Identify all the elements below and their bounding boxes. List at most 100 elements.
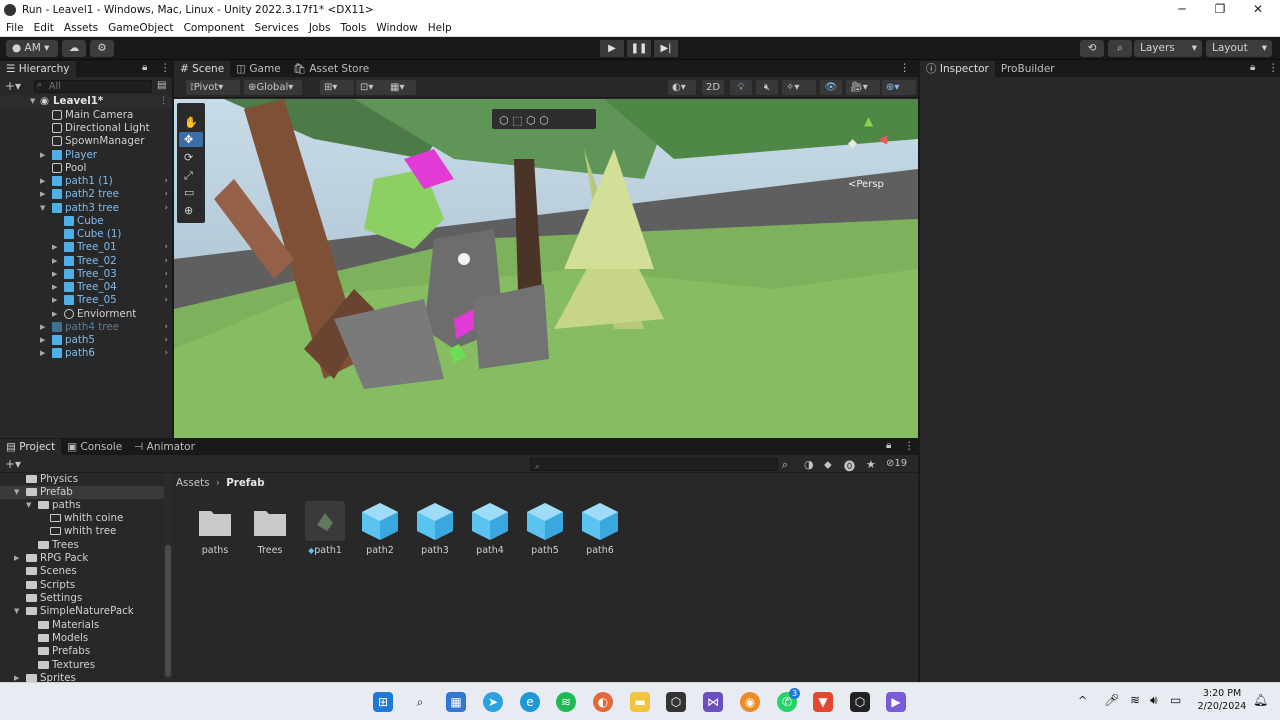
- folder-tree-item[interactable]: Materials: [0, 619, 164, 632]
- hier-spownmanager[interactable]: SpownManager: [0, 135, 172, 148]
- favorite-icon[interactable]: ★: [866, 458, 876, 471]
- kebab-menu-icon[interactable]: ⋮: [904, 440, 915, 452]
- chevron-right-icon[interactable]: ›: [164, 268, 168, 281]
- asset-item-7[interactable]: path5: [520, 501, 570, 556]
- folder-tree-item[interactable]: whith coine: [0, 512, 164, 525]
- chevron-right-icon[interactable]: ▶: [14, 672, 19, 682]
- search-filter-icon[interactable]: ⌕: [782, 458, 788, 472]
- tab-scene[interactable]: # Scene: [174, 61, 231, 77]
- layers-dropdown[interactable]: Layers ▾: [1134, 40, 1202, 57]
- search-icon[interactable]: ⌕: [1108, 40, 1132, 57]
- brave-icon[interactable]: ▼: [813, 692, 833, 712]
- tree-scrollbar[interactable]: [164, 475, 172, 680]
- tab-inspector[interactable]: ⓘ Inspector: [920, 61, 995, 77]
- hier-player[interactable]: ▶ Player: [0, 149, 172, 162]
- hier-directional-light[interactable]: Directional Light: [0, 122, 172, 135]
- hier-path2-tree[interactable]: ▶ path2 tree ›: [0, 188, 172, 201]
- chevron-right-icon[interactable]: ▶: [52, 268, 57, 281]
- chevron-right-icon[interactable]: ▶: [40, 347, 45, 360]
- chevron-right-icon[interactable]: ▶: [40, 321, 45, 334]
- chevron-right-icon[interactable]: ›: [164, 202, 168, 215]
- menu-window[interactable]: Window: [376, 22, 417, 34]
- visual-studio-icon[interactable]: ⋈: [703, 692, 723, 712]
- folder-tree-item[interactable]: Trees: [0, 539, 164, 552]
- draw-mode-icon[interactable]: ◐▾: [668, 80, 696, 95]
- folder-tree-item[interactable]: Prefabs: [0, 645, 164, 658]
- battery-icon[interactable]: ▭: [1170, 693, 1181, 707]
- kebab-menu-icon[interactable]: ⋮: [160, 62, 171, 74]
- menu-tools[interactable]: Tools: [340, 22, 366, 34]
- asset-item-6[interactable]: path4: [465, 501, 515, 556]
- browser-icon[interactable]: ◐: [593, 692, 613, 712]
- global-dropdown[interactable]: ⊕Global▾: [244, 80, 302, 95]
- menu-gameobject[interactable]: GameObject: [108, 22, 173, 34]
- asset-item-3[interactable]: ◆path1: [300, 501, 350, 556]
- pivot-dropdown[interactable]: ⟟Pivot▾: [186, 80, 240, 95]
- search-icon[interactable]: ⌕: [410, 692, 430, 712]
- hier-cube[interactable]: Cube: [0, 215, 172, 228]
- lighting-icon[interactable]: 💡︎: [730, 80, 752, 95]
- chevron-right-icon[interactable]: ›: [164, 281, 168, 294]
- chevron-right-icon[interactable]: ▶: [40, 175, 45, 188]
- gizmos-icon[interactable]: ⊕▾: [882, 80, 916, 95]
- tab-game[interactable]: ◫ Game: [230, 61, 287, 77]
- hier-path5[interactable]: ▶ path5 ›: [0, 334, 172, 347]
- tree-scrollbar-thumb[interactable]: [165, 545, 171, 677]
- filter-icon[interactable]: ▤: [157, 80, 166, 91]
- pause-button[interactable]: ❚❚: [627, 40, 651, 57]
- camera-icon[interactable]: 🎥︎▾: [846, 80, 880, 95]
- chevron-right-icon[interactable]: ▶: [52, 281, 57, 294]
- asset-item-2[interactable]: Trees: [245, 501, 295, 556]
- scene-row[interactable]: ▼ ◉ Leavel1* ⋮: [0, 95, 172, 108]
- hier-tree-02[interactable]: ▶ Tree_02 ›: [0, 255, 172, 268]
- lock-icon[interactable]: 🔒︎: [142, 62, 147, 73]
- spotify-icon[interactable]: ≋: [556, 692, 576, 712]
- hier-enviorment[interactable]: ▶ Enviorment: [0, 308, 172, 321]
- hier-path6[interactable]: ▶ path6 ›: [0, 347, 172, 360]
- warning-filter-icon[interactable]: ⓿: [844, 458, 855, 474]
- chevron-right-icon[interactable]: ▶: [40, 334, 45, 347]
- mode-2d-button[interactable]: 2D: [702, 80, 724, 95]
- add-icon[interactable]: +▾: [5, 457, 21, 471]
- chevron-right-icon[interactable]: ▶: [52, 294, 57, 307]
- asset-item-1[interactable]: paths: [190, 501, 240, 556]
- account-button[interactable]: ● AM ▾: [6, 40, 58, 57]
- telegram-icon[interactable]: ➤: [483, 692, 503, 712]
- grid-visibility-icon[interactable]: ▦▾: [386, 80, 416, 95]
- folder-tree-item[interactable]: Textures: [0, 659, 164, 672]
- hidden-packages-button[interactable]: ⊘19: [886, 458, 907, 469]
- chevron-right-icon[interactable]: ›: [164, 175, 168, 188]
- hier-tree-05[interactable]: ▶ Tree_05 ›: [0, 294, 172, 307]
- hier-path3-tree[interactable]: ▼ path3 tree ›: [0, 202, 172, 215]
- tab-probuilder[interactable]: ProBuilder: [995, 61, 1061, 77]
- chevron-right-icon[interactable]: ▶: [52, 308, 57, 321]
- folder-tree-item[interactable]: ▶ RPG Pack: [0, 552, 164, 565]
- chevron-down-icon[interactable]: ▼: [26, 499, 31, 512]
- chevron-up-icon[interactable]: ^: [1078, 694, 1087, 707]
- file-explorer-icon[interactable]: ▬: [630, 692, 650, 712]
- video-editor-icon[interactable]: ▶: [886, 692, 906, 712]
- add-icon[interactable]: +▾: [5, 79, 21, 93]
- chevron-right-icon[interactable]: ›: [164, 188, 168, 201]
- chevron-right-icon[interactable]: ▶: [40, 149, 45, 162]
- menu-edit[interactable]: Edit: [34, 22, 54, 34]
- chevron-right-icon[interactable]: ▶: [14, 552, 19, 565]
- folder-tree-item[interactable]: ▼ Prefab: [0, 486, 164, 499]
- collab-gear-icon[interactable]: ⚙: [90, 40, 114, 57]
- microphone-icon[interactable]: 🎤︎: [1104, 693, 1119, 707]
- project-search-input[interactable]: ⌕: [530, 458, 778, 471]
- edge-icon[interactable]: e: [520, 692, 540, 712]
- transform-tools[interactable]: [177, 103, 205, 223]
- menu-component[interactable]: Component: [184, 22, 245, 34]
- asset-item-8[interactable]: path6: [575, 501, 625, 556]
- breadcrumb-prefab[interactable]: Prefab: [226, 477, 264, 489]
- folder-tree-item[interactable]: whith tree: [0, 525, 164, 538]
- blender-icon[interactable]: ◉: [740, 692, 760, 712]
- step-button[interactable]: ▶|: [654, 40, 678, 57]
- folder-tree-item[interactable]: Settings: [0, 592, 164, 605]
- chevron-right-icon[interactable]: ›: [164, 255, 168, 268]
- hier-path1-1[interactable]: ▶ path1 (1) ›: [0, 175, 172, 188]
- chevron-right-icon[interactable]: ▶: [52, 241, 57, 254]
- layout-dropdown[interactable]: Layout ▾: [1206, 40, 1272, 57]
- hier-tree-03[interactable]: ▶ Tree_03 ›: [0, 268, 172, 281]
